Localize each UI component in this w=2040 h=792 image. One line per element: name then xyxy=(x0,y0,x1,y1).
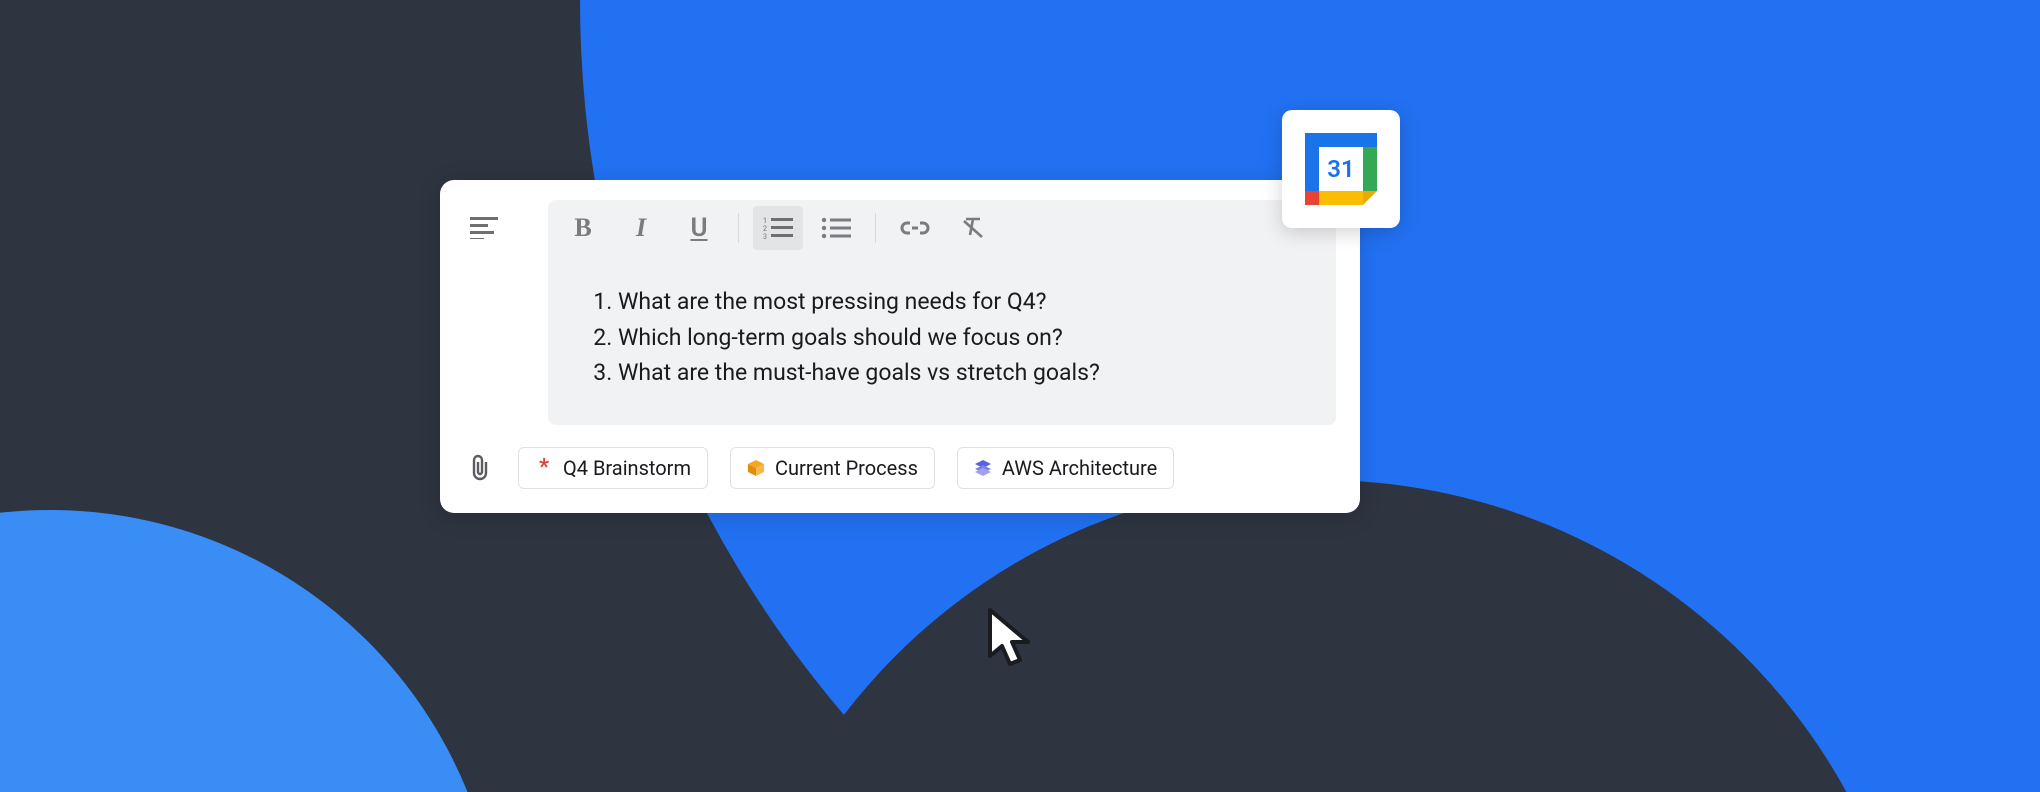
bold-button[interactable]: B xyxy=(558,206,608,250)
align-left-icon xyxy=(470,217,498,239)
ordered-list-icon: 1 2 3 xyxy=(763,216,793,240)
chip-label: Current Process xyxy=(775,456,918,480)
calendar-day: 31 xyxy=(1319,147,1363,191)
list-item: What are the most pressing needs for Q4? xyxy=(618,284,1296,320)
underline-button[interactable]: U xyxy=(674,206,724,250)
svg-text:3: 3 xyxy=(763,233,767,240)
box-icon xyxy=(747,459,765,477)
attachment-chip-process[interactable]: Current Process xyxy=(730,447,935,489)
unordered-list-button[interactable] xyxy=(811,206,861,250)
italic-button[interactable]: I xyxy=(616,206,666,250)
link-button[interactable] xyxy=(890,206,940,250)
formatting-toolbar: B I U 1 2 3 xyxy=(548,200,1336,256)
unordered-list-icon xyxy=(821,216,851,240)
link-icon xyxy=(900,220,930,236)
underline-icon: U xyxy=(690,213,707,243)
align-left-button[interactable] xyxy=(464,217,504,239)
toolbar-separator xyxy=(875,213,876,243)
svg-text:1: 1 xyxy=(763,217,767,225)
google-calendar-badge[interactable]: 31 xyxy=(1282,110,1400,228)
attach-button[interactable] xyxy=(464,454,496,482)
italic-icon: I xyxy=(636,213,646,243)
svg-text:2: 2 xyxy=(763,225,767,233)
attachment-chip-brainstorm[interactable]: * Q4 Brainstorm xyxy=(518,447,708,489)
attachments-row: * Q4 Brainstorm Current Process AWS Arch… xyxy=(464,447,1336,489)
bg-shape-blue-bottom xyxy=(0,510,500,792)
editor-card: B I U 1 2 3 xyxy=(440,180,1360,513)
editor-content[interactable]: What are the most pressing needs for Q4?… xyxy=(548,256,1336,425)
clear-formatting-button[interactable] xyxy=(948,206,998,250)
attachment-chip-aws[interactable]: AWS Architecture xyxy=(957,447,1174,489)
list-item: What are the must-have goals vs stretch … xyxy=(618,355,1296,391)
ordered-list: What are the most pressing needs for Q4?… xyxy=(588,284,1296,391)
paperclip-icon xyxy=(469,454,491,482)
chip-label: AWS Architecture xyxy=(1002,456,1157,480)
toolbar: B I U 1 2 3 xyxy=(464,200,1336,256)
list-item: Which long-term goals should we focus on… xyxy=(618,320,1296,356)
bold-icon: B xyxy=(574,213,591,243)
clear-formatting-icon xyxy=(960,215,986,241)
layers-icon xyxy=(974,459,992,477)
google-calendar-icon: 31 xyxy=(1305,133,1377,205)
promo-stage: B I U 1 2 3 xyxy=(0,0,2040,792)
chip-label: Q4 Brainstorm xyxy=(563,456,691,480)
ordered-list-button[interactable]: 1 2 3 xyxy=(753,206,803,250)
asterisk-icon: * xyxy=(535,459,553,477)
toolbar-separator xyxy=(738,213,739,243)
